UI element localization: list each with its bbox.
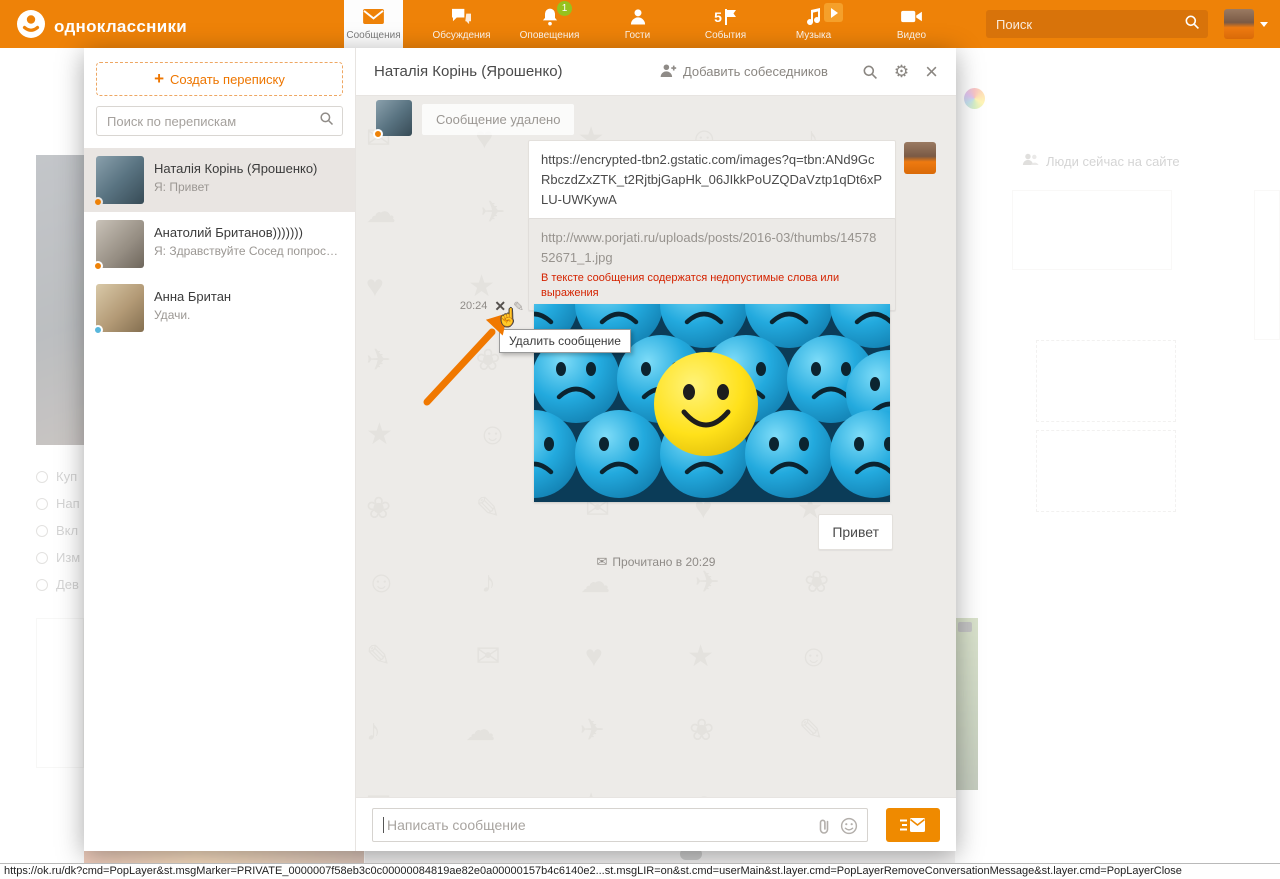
emoji-smiley-icon[interactable] [840, 817, 858, 840]
conversations-panel: + Создать переписку Наталія Корінь (Ярош… [84, 48, 356, 851]
chat-search-icon[interactable] [862, 64, 878, 80]
edit-message-icon[interactable]: ✎ [513, 300, 524, 313]
guest-icon [628, 5, 648, 28]
conversation-preview: Я: Здравствуйте Сосед попрос… [154, 244, 338, 258]
nav-label: Сообщения [346, 30, 400, 41]
conversation-list: Наталія Корінь (Ярошенко) Я: Привет Анат… [84, 148, 355, 340]
text-caret [383, 817, 384, 833]
conversation-search [96, 106, 343, 136]
conversation-search-input[interactable] [105, 113, 319, 130]
avatar [96, 220, 144, 268]
conversation-preview: Я: Привет [154, 180, 317, 194]
user-menu-caret-icon[interactable] [1260, 22, 1268, 27]
play-icon [831, 8, 838, 18]
top-bar: одноклассники Сообщения Обсуждения 1 [0, 0, 1280, 48]
message-text: Привет [832, 524, 879, 540]
chat-title: Наталія Корінь (Ярошенко) [374, 63, 563, 80]
conversation-name: Наталія Корінь (Ярошенко) [154, 161, 317, 176]
discussions-icon [450, 5, 473, 28]
add-person-icon [659, 63, 677, 81]
delete-message-icon[interactable]: ✕ [494, 299, 506, 313]
music-note-icon [806, 5, 822, 28]
conversation-item[interactable]: Анатолий Британов))))))) Я: Здравствуйте… [84, 212, 355, 276]
read-status: ✉Прочитано в 20:29 [356, 554, 956, 570]
global-search [986, 10, 1208, 38]
conversation-name: Анна Британ [154, 289, 231, 304]
message-link[interactable]: https://encrypted-tbn2.gstatic.com/image… [541, 152, 882, 207]
nav-messages[interactable]: Сообщения [344, 0, 403, 48]
message-bubble-blocked: http://www.porjati.ru/uploads/posts/2016… [528, 218, 896, 311]
search-icon[interactable] [319, 111, 334, 131]
brand-logo[interactable]: одноклассники [16, 9, 187, 44]
annotation-arrow-icon [411, 301, 516, 416]
nav-events[interactable]: 5 События [696, 0, 755, 48]
avatar [376, 100, 412, 136]
close-icon[interactable]: × [925, 61, 938, 83]
attach-paperclip-icon[interactable] [814, 816, 832, 841]
avatar [96, 156, 144, 204]
nav-guests[interactable]: Гости [608, 0, 667, 48]
nav-label: Гости [625, 30, 650, 41]
message-error-text: В тексте сообщения содержатся недопустим… [541, 271, 883, 301]
nav-label: События [705, 30, 746, 41]
nav-label: Оповещения [520, 30, 580, 41]
notifications-badge: 1 [557, 1, 572, 16]
search-icon[interactable] [1184, 14, 1200, 35]
conversation-preview: Удачи. [154, 308, 231, 322]
message-input[interactable] [372, 808, 868, 842]
user-avatar[interactable] [1224, 9, 1254, 39]
conversation-name: Анатолий Британов))))))) [154, 225, 338, 240]
brand-name: одноклассники [54, 17, 187, 37]
avatar [96, 284, 144, 332]
online-mobile-indicator [373, 129, 383, 139]
nav-label: Видео [897, 30, 926, 41]
chat-header: Наталія Корінь (Ярошенко) Добавить собес… [356, 48, 956, 96]
deleted-message-notice: Сообщение удалено [422, 104, 574, 135]
ok-logo-icon [16, 9, 46, 44]
add-participants-button[interactable]: Добавить собеседников [659, 63, 828, 81]
events-number: 5 [714, 9, 722, 25]
create-conversation-button[interactable]: + Создать переписку [96, 62, 343, 96]
music-play-button[interactable] [824, 3, 843, 22]
message-input-wrap [372, 808, 868, 842]
message-link[interactable]: http://www.porjati.ru/uploads/posts/2016… [541, 230, 876, 265]
screen: одноклассники Сообщения Обсуждения 1 [0, 0, 1280, 879]
nav-label: Музыка [796, 30, 831, 41]
conversation-item[interactable]: Наталія Корінь (Ярошенко) Я: Привет [84, 148, 355, 212]
messenger-modal: + Создать переписку Наталія Корінь (Ярош… [84, 48, 956, 851]
online-mobile-indicator [93, 261, 103, 271]
envelope-icon [362, 5, 385, 28]
online-mobile-indicator [93, 197, 103, 207]
browser-status-bar: https://ok.ru/dk?cmd=PopLayer&st.msgMark… [0, 863, 1280, 879]
events-icon: 5 [714, 5, 737, 28]
message-meta: 20:24 ✕ ✎ [460, 299, 524, 313]
delete-tooltip: Удалить сообщение [499, 329, 631, 353]
chat-pane: Наталія Корінь (Ярошенко) Добавить собес… [356, 48, 956, 851]
nav-video[interactable]: Видео [882, 0, 941, 48]
message-bubble: https://encrypted-tbn2.gstatic.com/image… [528, 140, 896, 220]
video-camera-icon [900, 5, 923, 28]
nav-label: Обсуждения [432, 30, 490, 41]
chat-settings-gear-icon[interactable]: ⚙ [894, 63, 909, 80]
nav-discussions[interactable]: Обсуждения [432, 0, 491, 48]
main-nav: Сообщения Обсуждения 1 Оповещения Гости [344, 0, 970, 48]
chat-footer [356, 797, 956, 851]
nav-notifications[interactable]: 1 Оповещения [520, 0, 579, 48]
message-time: 20:24 [460, 300, 488, 312]
online-web-indicator [93, 325, 103, 335]
send-envelope-icon [900, 817, 926, 833]
chat-body: ✉ ♥ ★ ☺ ♪ ☁ ✈ ❀ ✎ ✉ ♥ ★ ☺ ♪ ☁ ✈ ❀ ✎ ✉ ♥ … [356, 96, 956, 797]
send-button[interactable] [886, 808, 940, 842]
avatar [904, 142, 936, 174]
global-search-input[interactable] [994, 16, 1184, 33]
message-bubble: Привет [818, 514, 893, 550]
nav-music[interactable]: Музыка [784, 0, 843, 48]
read-envelope-icon: ✉ [597, 554, 608, 569]
plus-icon: + [154, 69, 164, 89]
conversation-item[interactable]: Анна Британ Удачи. [84, 276, 355, 340]
